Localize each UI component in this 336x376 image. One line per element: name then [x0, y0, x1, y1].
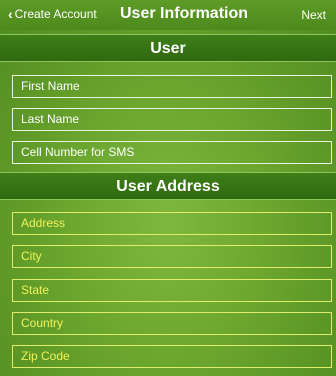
address-field[interactable]: Address — [12, 212, 332, 235]
next-button[interactable]: Next — [301, 8, 326, 22]
state-field[interactable]: State — [12, 279, 332, 302]
app-screen: ‹ Create Account User Information Next U… — [0, 0, 336, 376]
page-title: User Information — [120, 5, 249, 22]
country-field[interactable]: Country — [12, 312, 332, 335]
navigation-bar: ‹ Create Account User Information Next — [0, 0, 336, 30]
cell-number-field[interactable]: Cell Number for SMS — [12, 141, 332, 164]
section-header-user: User — [0, 34, 336, 62]
zip-code-field[interactable]: Zip Code — [12, 345, 332, 368]
back-button[interactable]: ‹ Create Account — [8, 7, 97, 21]
first-name-field[interactable]: First Name — [12, 75, 332, 98]
back-button-label: Create Account — [14, 7, 97, 21]
last-name-field[interactable]: Last Name — [12, 108, 332, 131]
chevron-left-icon: ‹ — [8, 6, 13, 22]
section-header-user-address: User Address — [0, 172, 336, 200]
city-field[interactable]: City — [12, 245, 332, 268]
